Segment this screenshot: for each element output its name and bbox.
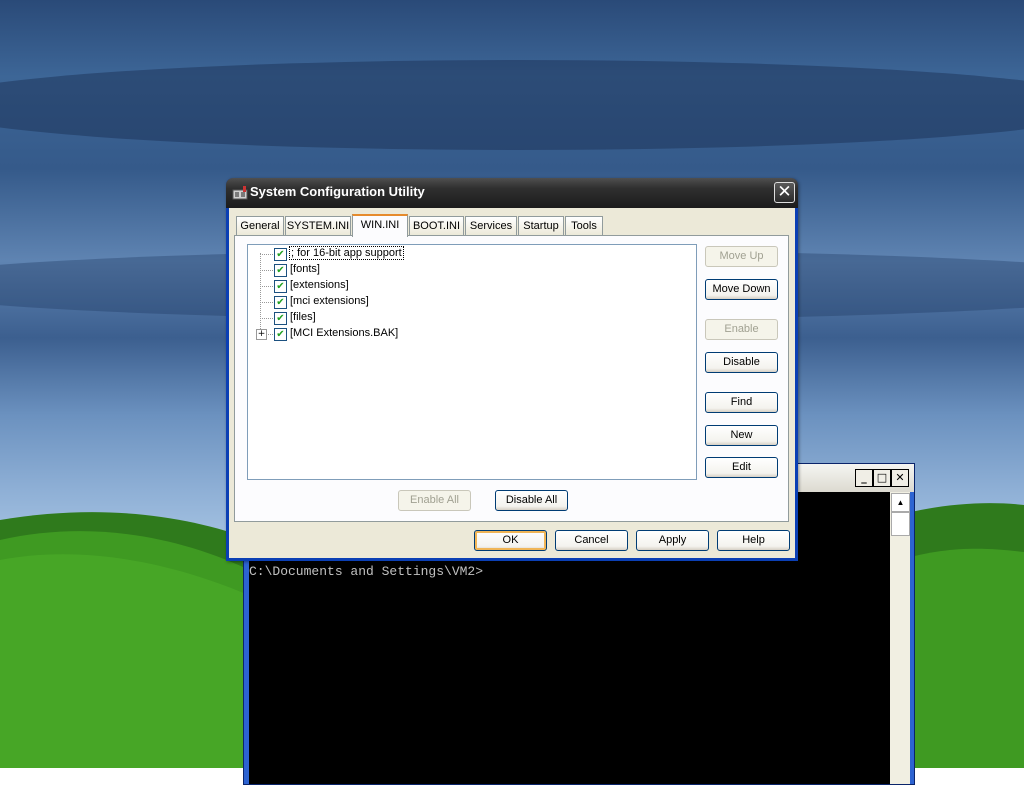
tree-connector bbox=[260, 270, 273, 271]
tree-item-label: [mci extensions] bbox=[290, 295, 369, 307]
scroll-up-icon[interactable]: ▲ bbox=[891, 493, 910, 512]
tree-item-label: [fonts] bbox=[290, 263, 320, 275]
checkbox[interactable]: ✔ bbox=[274, 280, 287, 293]
tab-tools[interactable]: Tools bbox=[565, 216, 603, 235]
expand-icon[interactable]: + bbox=[256, 329, 267, 340]
maximize-button[interactable]: □ bbox=[873, 469, 891, 487]
tab-system-ini[interactable]: SYSTEM.INI bbox=[285, 216, 351, 235]
cancel-button[interactable]: Cancel bbox=[555, 530, 628, 551]
tree-item-label: ; for 16-bit app support bbox=[289, 246, 404, 260]
tab-services[interactable]: Services bbox=[465, 216, 517, 235]
tab-startup[interactable]: Startup bbox=[518, 216, 564, 235]
close-button[interactable]: ✕ bbox=[774, 182, 795, 203]
tree-connector bbox=[260, 318, 273, 319]
help-button[interactable]: Help bbox=[717, 530, 790, 551]
tab-boot-ini[interactable]: BOOT.INI bbox=[409, 216, 464, 235]
tab-panel-win-ini: ✔ ; for 16-bit app support ✔ [fonts] ✔ [… bbox=[234, 235, 789, 522]
disable-all-button[interactable]: Disable All bbox=[495, 490, 568, 511]
msconfig-icon bbox=[232, 186, 248, 200]
scroll-thumb[interactable] bbox=[891, 512, 910, 536]
checkbox[interactable]: ✔ bbox=[274, 328, 287, 341]
system-configuration-dialog: System Configuration Utility ✕ General S… bbox=[226, 178, 798, 561]
tree-connector bbox=[260, 286, 273, 287]
checkbox[interactable]: ✔ bbox=[274, 296, 287, 309]
new-button[interactable]: New bbox=[705, 425, 778, 446]
enable-all-button[interactable]: Enable All bbox=[398, 490, 471, 511]
edit-button[interactable]: Edit bbox=[705, 457, 778, 478]
checkbox[interactable]: ✔ bbox=[274, 264, 287, 277]
checkbox[interactable]: ✔ bbox=[274, 248, 287, 261]
win-ini-tree[interactable]: ✔ ; for 16-bit app support ✔ [fonts] ✔ [… bbox=[247, 244, 697, 480]
tree-connector bbox=[260, 302, 273, 303]
checkbox[interactable]: ✔ bbox=[274, 312, 287, 325]
tree-item-label: [MCI Extensions.BAK] bbox=[290, 327, 399, 339]
disable-button[interactable]: Disable bbox=[705, 352, 778, 373]
console-prompt: C:\Documents and Settings\VM2> bbox=[249, 564, 484, 579]
window-title: System Configuration Utility bbox=[250, 184, 425, 199]
console-close-button[interactable]: ✕ bbox=[891, 469, 909, 487]
tab-win-ini[interactable]: WIN.INI bbox=[352, 214, 408, 237]
apply-button[interactable]: Apply bbox=[636, 530, 709, 551]
tree-item-label: [files] bbox=[290, 311, 316, 323]
tree-item-label: [extensions] bbox=[290, 279, 349, 291]
tab-general[interactable]: General bbox=[236, 216, 284, 235]
tree-connector bbox=[260, 253, 261, 335]
console-scrollbar[interactable]: ▲ bbox=[890, 492, 910, 784]
minimize-button[interactable]: _ bbox=[855, 469, 873, 487]
titlebar[interactable]: System Configuration Utility ✕ bbox=[226, 178, 798, 208]
tree-connector bbox=[260, 254, 273, 255]
find-button[interactable]: Find bbox=[705, 392, 778, 413]
ok-button[interactable]: OK bbox=[474, 530, 547, 551]
dialog-client: General SYSTEM.INI WIN.INI BOOT.INI Serv… bbox=[229, 208, 795, 558]
move-down-button[interactable]: Move Down bbox=[705, 279, 778, 300]
enable-button[interactable]: Enable bbox=[705, 319, 778, 340]
move-up-button[interactable]: Move Up bbox=[705, 246, 778, 267]
